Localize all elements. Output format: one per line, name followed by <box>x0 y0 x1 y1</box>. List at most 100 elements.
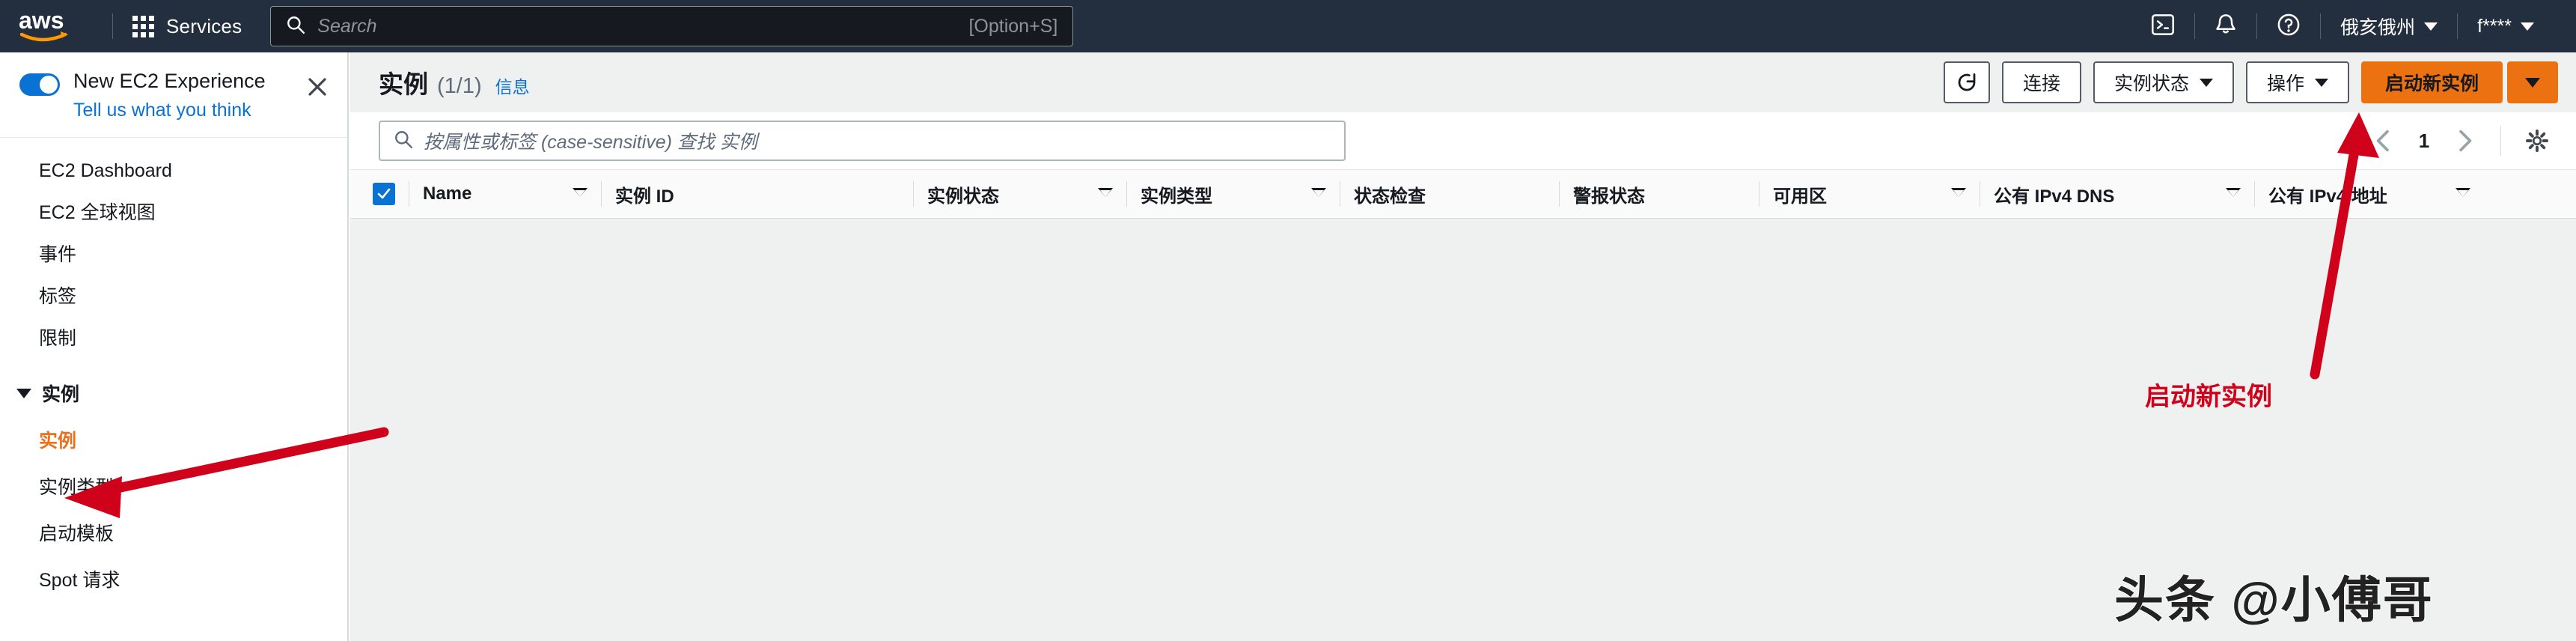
global-search-input[interactable]: Search [Option+S] <box>270 6 1074 46</box>
account-label: f**** <box>2477 15 2512 37</box>
table-header-row: Name 实例 ID 实例状态 实例类型 状态检查 警报状态 可用区 公有 IP… <box>350 169 2576 219</box>
chevron-down-icon <box>2521 22 2534 31</box>
chevron-down-icon <box>2525 77 2540 88</box>
chevron-down-icon <box>2199 78 2213 87</box>
toolbar: 连接 实例状态 操作 启动新实例 <box>1943 61 2558 103</box>
instance-state-dropdown[interactable]: 实例状态 <box>2093 61 2234 103</box>
account-menu[interactable]: f**** <box>2458 0 2554 52</box>
sort-icon <box>2226 188 2241 198</box>
svg-text:aws: aws <box>19 9 64 34</box>
next-page-button[interactable] <box>2444 120 2485 162</box>
chevron-down-icon <box>2424 22 2438 31</box>
chevron-down-icon <box>2314 78 2328 87</box>
global-search-shortcut: [Option+S] <box>968 15 1058 37</box>
cloudshell-button[interactable] <box>2131 0 2194 52</box>
column-label: 实例 ID <box>615 186 674 207</box>
column-divider <box>913 181 914 207</box>
column-header-status-check[interactable]: 状态检查 <box>1354 169 1545 219</box>
column-header-public-ipv4-dns[interactable]: 公有 IPv4 DNS <box>1994 169 2241 219</box>
sort-icon <box>1951 188 1966 198</box>
column-header-alarm-status[interactable]: 警报状态 <box>1573 169 1745 219</box>
column-header-public-ipv4-address[interactable]: 公有 IPv4 地址 <box>2268 169 2470 219</box>
sidebar-group-instances[interactable]: 实例 <box>0 370 347 416</box>
sort-icon <box>573 188 587 198</box>
table-preferences-button[interactable] <box>2516 120 2558 162</box>
cloudshell-icon <box>2151 13 2175 40</box>
table-body <box>350 219 2576 638</box>
main-content: 实例 (1/1) 信息 连接 实例状态 操作 启动新实例 按属性或标签 (cas… <box>350 52 2576 641</box>
notifications-button[interactable] <box>2195 0 2256 52</box>
info-link[interactable]: 信息 <box>495 73 530 98</box>
sort-icon <box>1311 188 1326 198</box>
column-label: 警报状态 <box>1573 186 1645 207</box>
column-header-availability-zone[interactable]: 可用区 <box>1773 169 1966 219</box>
launch-instance-button[interactable]: 启动新实例 <box>2360 61 2503 103</box>
sidebar-item-events[interactable]: 事件 <box>0 234 347 276</box>
instance-filter-placeholder: 按属性或标签 (case-sensitive) 查找 实例 <box>424 132 757 153</box>
select-all-checkbox[interactable] <box>373 183 395 205</box>
global-search-placeholder: Search <box>317 15 377 37</box>
new-experience-title: New EC2 Experience <box>73 70 266 92</box>
column-divider <box>601 181 602 207</box>
instance-filter-input[interactable]: 按属性或标签 (case-sensitive) 查找 实例 <box>379 121 1346 161</box>
new-ec2-experience-banner: New EC2 Experience Tell us what you thin… <box>0 52 347 138</box>
column-header-name[interactable]: Name <box>423 169 587 219</box>
check-icon <box>377 188 391 199</box>
refresh-icon <box>1958 73 1976 91</box>
gear-icon <box>2526 130 2548 152</box>
launch-instance-label: 启动新实例 <box>2384 73 2479 94</box>
sidebar-item-ec2-global-view[interactable]: EC2 全球视图 <box>0 192 347 234</box>
page-header: 实例 (1/1) 信息 连接 实例状态 操作 启动新实例 <box>350 52 2576 112</box>
region-label: 俄亥俄州 <box>2340 17 2416 38</box>
column-label: 实例状态 <box>927 186 999 207</box>
feedback-link[interactable]: Tell us what you think <box>73 97 302 124</box>
sidebar-nav-list: EC2 Dashboard EC2 全球视图 事件 标签 限制 实例 实例 实例… <box>0 138 347 602</box>
aws-logo[interactable]: aws <box>0 0 112 52</box>
actions-dropdown[interactable]: 操作 <box>2245 61 2349 103</box>
sidebar-item-tags[interactable]: 标签 <box>0 276 347 318</box>
sidebar: New EC2 Experience Tell us what you thin… <box>0 52 349 641</box>
services-label: Services <box>166 14 242 37</box>
column-header-instance-type[interactable]: 实例类型 <box>1141 169 1326 219</box>
search-icon <box>286 15 305 38</box>
column-header-instance-state[interactable]: 实例状态 <box>927 169 1113 219</box>
column-divider <box>2254 181 2255 207</box>
sidebar-item-launch-templates[interactable]: 启动模板 <box>0 509 347 556</box>
grid-icon <box>132 15 154 37</box>
sidebar-group-label: 实例 <box>42 384 80 405</box>
connect-label: 连接 <box>2022 73 2060 94</box>
launch-instance-group: 启动新实例 <box>2360 61 2558 103</box>
column-header-instance-id[interactable]: 实例 ID <box>615 169 900 219</box>
column-label: Name <box>423 183 472 204</box>
column-label: 可用区 <box>1773 186 1827 207</box>
services-menu-button[interactable]: Services <box>113 0 261 52</box>
actions-label: 操作 <box>2266 73 2304 94</box>
sidebar-item-instance-types[interactable]: 实例类型 <box>0 463 347 509</box>
column-label: 公有 IPv4 地址 <box>2268 186 2387 207</box>
instance-count: (1/1) <box>437 74 482 98</box>
help-button[interactable] <box>2257 0 2320 52</box>
sidebar-item-instances[interactable]: 实例 <box>0 416 347 463</box>
bell-icon <box>2215 13 2237 40</box>
current-page-number[interactable]: 1 <box>2409 130 2439 153</box>
sidebar-item-ec2-dashboard[interactable]: EC2 Dashboard <box>0 150 347 192</box>
sidebar-item-limits[interactable]: 限制 <box>0 318 347 359</box>
previous-page-button[interactable] <box>2363 120 2405 162</box>
close-banner-button[interactable] <box>302 72 332 102</box>
aws-console-page: aws Services Search [Option+S] 俄亥俄州 f***… <box>0 0 2576 641</box>
chevron-right-icon <box>2459 130 2472 152</box>
top-navigation-bar: aws Services Search [Option+S] 俄亥俄州 f***… <box>0 0 2576 52</box>
page-title: 实例 <box>379 70 428 98</box>
pagination-separator <box>2500 126 2501 156</box>
page-title-group: 实例 (1/1) 信息 <box>379 64 530 100</box>
new-experience-texts: New EC2 Experience Tell us what you thin… <box>73 69 302 124</box>
refresh-button[interactable] <box>1943 61 1990 103</box>
sort-icon <box>2456 188 2470 198</box>
region-selector[interactable]: 俄亥俄州 <box>2321 0 2457 52</box>
connect-button[interactable]: 连接 <box>2001 61 2081 103</box>
new-experience-toggle[interactable] <box>19 73 60 96</box>
launch-instance-dropdown-button[interactable] <box>2507 61 2558 103</box>
pagination: 1 <box>2363 120 2558 162</box>
column-label: 实例类型 <box>1141 186 1212 207</box>
sidebar-item-spot-requests[interactable]: Spot 请求 <box>0 556 347 602</box>
